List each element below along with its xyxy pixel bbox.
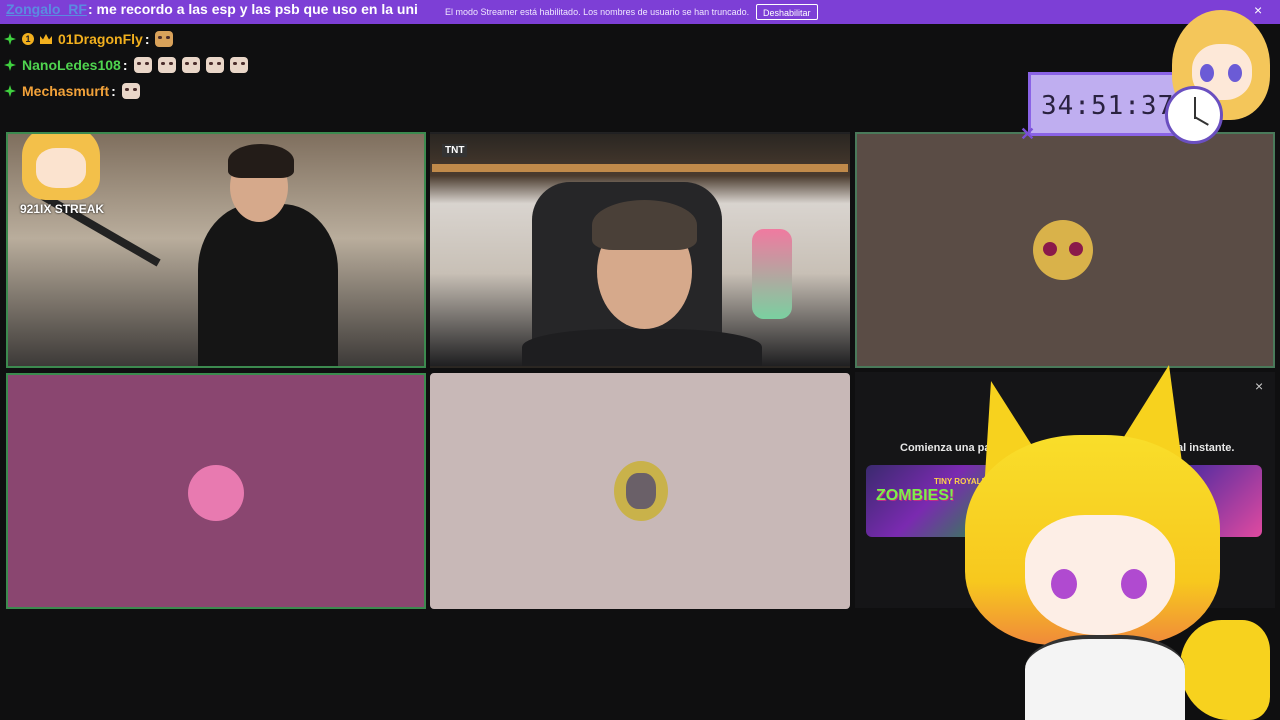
rgb-mic (752, 229, 792, 319)
streamer-mode-bar: Zongalo_RF : me recordo a las esp y las … (0, 0, 1280, 24)
emote-icon (157, 57, 176, 73)
tnt-label: TNT (442, 144, 468, 157)
vtuber-avatar (955, 365, 1280, 720)
shelf (432, 164, 848, 172)
mascot-eye (1228, 64, 1242, 82)
fox-tail (1180, 620, 1270, 720)
chat-name[interactable]: NanoLedes108 (22, 57, 121, 73)
chat-username[interactable]: Zongalo_RF (6, 1, 87, 17)
emote-icon (133, 57, 152, 73)
streak-avatar-face (36, 148, 86, 188)
chat-name[interactable]: Mechasmurft (22, 83, 109, 99)
chat-colon: : (122, 57, 128, 73)
fox-eye (1051, 569, 1077, 599)
streamer-mode-notice: El modo Streamer está habilitado. Los no… (445, 7, 750, 17)
close-icon[interactable]: × (1254, 2, 1262, 18)
participant-avatar (1033, 220, 1093, 280)
fox-eye (1121, 569, 1147, 599)
clock-icon (1165, 86, 1223, 144)
webcam-panel-1: 921IX STREAK (6, 132, 426, 368)
chat-colon: : (144, 31, 150, 47)
participant-panel-4 (6, 373, 426, 609)
timer-value: 34:51:37 (1041, 91, 1175, 121)
emote-icon (155, 31, 174, 47)
chat-overlay: 1 01DragonFly : NanoLedes108 : Mechasmur… (4, 26, 248, 104)
chat-line: Mechasmurft : (4, 78, 248, 104)
streak-label: 921IX STREAK (20, 202, 105, 216)
chat-message: : me recordo a las esp y las psb que uso… (88, 1, 418, 17)
fox-shirt (1025, 635, 1185, 720)
streamer-body (198, 204, 338, 366)
chat-line: 1 01DragonFly : (4, 26, 248, 52)
participant-avatar (614, 461, 668, 521)
webcam-panel-2: TNT (430, 132, 850, 368)
fox-face (1025, 515, 1175, 635)
emote-icon (229, 57, 248, 73)
crown-badge-icon (40, 34, 52, 44)
emote-icon (121, 83, 140, 99)
vip-badge-icon (4, 59, 16, 71)
sub-badge-icon: 1 (22, 33, 34, 45)
subathon-timer: 34:51:37 (1028, 72, 1188, 136)
chat-name[interactable]: 01DragonFly (58, 31, 143, 47)
mascot-eye (1200, 64, 1214, 82)
vip-badge-icon (4, 85, 16, 97)
streak-avatar (22, 134, 100, 200)
chat-line: NanoLedes108 : (4, 52, 248, 78)
participant-panel-3 (855, 132, 1275, 368)
sparkle-icon: ✕ (1020, 124, 1036, 144)
emote-icon (181, 57, 200, 73)
chat-colon: : (111, 83, 116, 99)
streamer-body (522, 329, 762, 366)
participant-panel-5 (430, 373, 850, 609)
streamer-hair (228, 144, 294, 178)
participant-avatar (188, 465, 244, 521)
game-title: ZOMBIES! (876, 487, 955, 504)
vip-badge-icon (4, 33, 16, 45)
streamer-hair (592, 200, 697, 250)
emote-icon (205, 57, 224, 73)
disable-streamer-mode-button[interactable]: Deshabilitar (756, 4, 818, 20)
